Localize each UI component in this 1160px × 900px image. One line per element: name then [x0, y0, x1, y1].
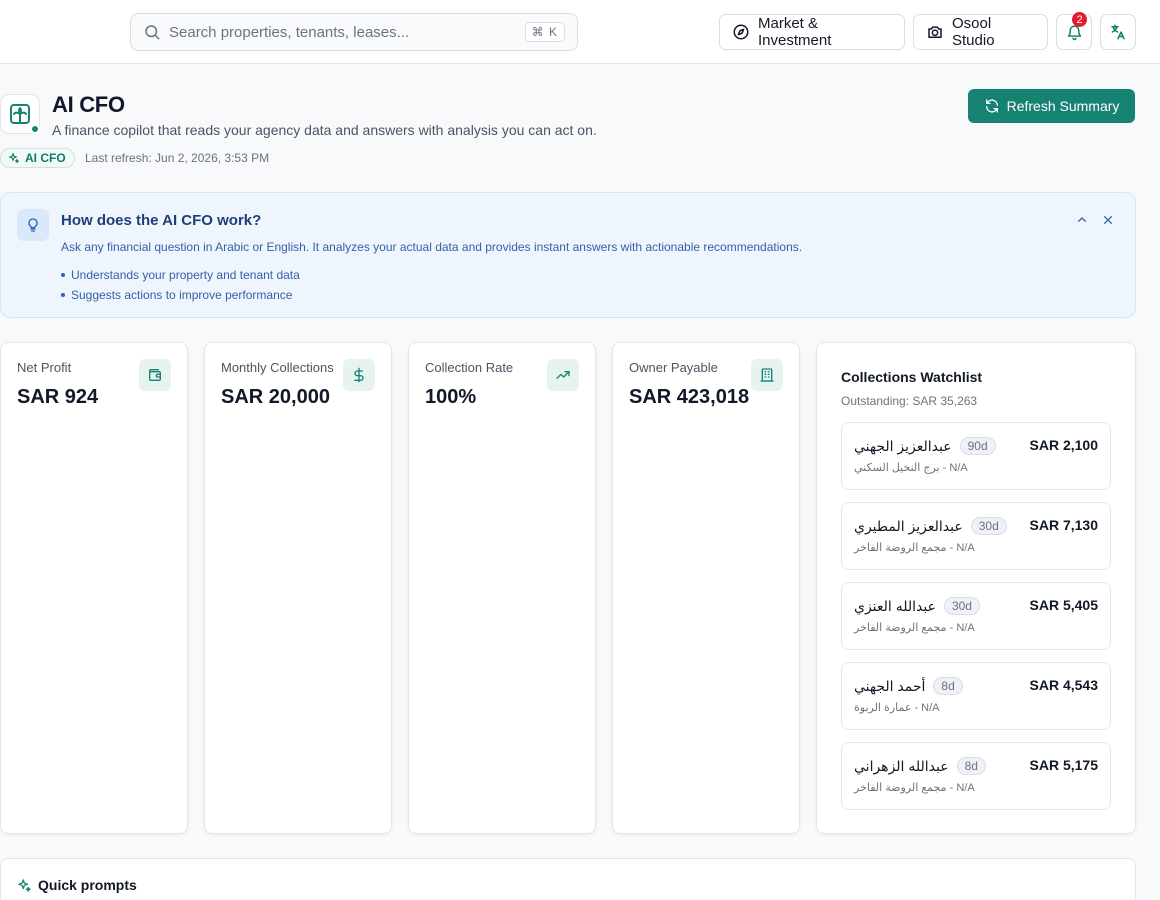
info-point: Understands your property and tenant dat…: [61, 265, 300, 285]
sparkles-icon: [17, 878, 32, 893]
dollar-icon: [343, 359, 375, 391]
tenant-name: أحمد الجهني: [854, 677, 926, 694]
refresh-summary-button[interactable]: Refresh Summary: [968, 89, 1135, 123]
kpi-label: Monthly Collections: [221, 360, 334, 375]
osool-studio-label: Osool Studio: [952, 15, 995, 49]
ai-cfo-logo: [0, 94, 40, 134]
overdue-days-badge: 8d: [933, 677, 963, 695]
building-icon: [751, 359, 783, 391]
amount-due: SAR 7,130: [1029, 517, 1098, 533]
watchlist-item[interactable]: عبدالعزيز المطيري 30d SAR 7,130 مجمع الر…: [841, 502, 1111, 570]
osool-studio-button[interactable]: Osool Studio: [913, 14, 1048, 50]
tenant-name-row: أحمد الجهني 8d: [854, 677, 963, 695]
kpi-label: Owner Payable: [629, 360, 718, 375]
kpi-card-monthly-collections: Monthly Collections SAR 20,000: [204, 342, 392, 834]
kpi-label: Net Profit: [17, 360, 72, 375]
info-description: Ask any financial question in Arabic or …: [61, 240, 803, 254]
overdue-days-badge: 8d: [956, 757, 986, 775]
page-subtitle: A finance copilot that reads your agency…: [52, 122, 597, 138]
overdue-days-badge: 30d: [943, 597, 980, 615]
kpi-card-owner-payable: Owner Payable SAR 423,018: [612, 342, 800, 834]
collections-watchlist: Collections Watchlist Outstanding: SAR 3…: [816, 342, 1136, 834]
watchlist-item[interactable]: عبدالله الزهراني 8d SAR 5,175 مجمع الروض…: [841, 742, 1111, 810]
sparkles-icon: [8, 152, 20, 164]
refresh-summary-label: Refresh Summary: [1006, 98, 1120, 114]
kpi-label: Collection Rate: [425, 360, 514, 375]
last-refresh: Last refresh: Jun 2, 2026, 3:53 PM: [85, 151, 270, 165]
top-bar: ⌘ K Market & Investment Osool Studio 2: [0, 0, 1160, 64]
property-name: مجمع الروضة الفاخر - N/A: [854, 782, 975, 794]
chevron-up-icon: [1074, 212, 1090, 228]
tenant-name-row: عبدالعزيز الجهني 90d: [854, 437, 996, 455]
shortcut-hint: ⌘ K: [524, 22, 565, 42]
quick-prompts-title: Quick prompts: [38, 877, 137, 893]
tenant-name: عبدالعزيز الجهني: [854, 437, 952, 454]
amount-due: SAR 4,543: [1029, 677, 1098, 693]
watchlist-title: Collections Watchlist: [841, 369, 983, 385]
lightbulb-icon: [25, 217, 41, 233]
notification-badge: 2: [1072, 12, 1087, 27]
close-info-button[interactable]: [1100, 212, 1116, 228]
kpi-value: 100%: [425, 386, 477, 408]
ai-cfo-chip-label: AI CFO: [25, 151, 66, 165]
wallet-icon: [139, 359, 171, 391]
market-investment-label: Market & Investment: [758, 15, 832, 49]
property-name: مجمع الروضة الفاخر - N/A: [854, 542, 975, 554]
kpi-card-net-profit: Net Profit SAR 924: [0, 342, 188, 834]
property-name: مجمع الروضة الفاخر - N/A: [854, 622, 975, 634]
amount-due: SAR 5,175: [1029, 757, 1098, 773]
info-list: Understands your property and tenant dat…: [61, 265, 300, 305]
property-name: برج النخيل السكني - N/A: [854, 462, 968, 474]
info-point-text: Suggests actions to improve performance: [71, 288, 293, 302]
translate-icon: [1109, 23, 1127, 41]
bullet-icon: [61, 293, 65, 297]
overdue-days-badge: 90d: [959, 437, 996, 455]
market-investment-button[interactable]: Market & Investment: [719, 14, 905, 50]
palm-logo-icon: [8, 102, 32, 126]
tenant-name-row: عبدالعزيز المطيري 30d: [854, 517, 1007, 535]
info-point-text: Understands your property and tenant dat…: [71, 268, 300, 282]
amount-due: SAR 2,100: [1029, 437, 1098, 453]
language-button[interactable]: [1100, 14, 1136, 50]
ai-cfo-chip: AI CFO: [0, 148, 75, 168]
kpi-value: SAR 423,018: [629, 386, 750, 408]
close-icon: [1100, 212, 1116, 228]
page-title: AI CFO: [52, 92, 125, 117]
bullet-icon: [61, 273, 65, 277]
watchlist-item[interactable]: أحمد الجهني 8d SAR 4,543 عمارة الربوة - …: [841, 662, 1111, 730]
tenant-name: عبدالله العنزي: [854, 597, 936, 614]
quick-prompts-header: Quick prompts: [17, 877, 137, 893]
quick-prompts-panel: Quick prompts: [0, 858, 1136, 900]
camera-icon: [926, 23, 944, 41]
search-icon: [143, 23, 161, 41]
watchlist-item[interactable]: عبدالعزيز الجهني 90d SAR 2,100 برج النخي…: [841, 422, 1111, 490]
info-icon-box: [17, 209, 49, 241]
trending-up-icon: [547, 359, 579, 391]
collapse-info-button[interactable]: [1074, 212, 1090, 228]
search-bar[interactable]: ⌘ K: [130, 13, 578, 51]
info-panel: How does the AI CFO work? Ask any financ…: [0, 192, 1136, 318]
tenant-name: عبدالعزيز المطيري: [854, 517, 963, 534]
kpi-card-collection-rate: Collection Rate 100%: [408, 342, 596, 834]
info-point: Suggests actions to improve performance: [61, 285, 300, 305]
overdue-days-badge: 30d: [970, 517, 1007, 535]
refresh-icon: [984, 98, 1000, 114]
kpi-value: SAR 20,000: [221, 386, 330, 408]
search-input[interactable]: [169, 23, 525, 41]
watchlist-item[interactable]: عبدالله العنزي 30d SAR 5,405 مجمع الروضة…: [841, 582, 1111, 650]
property-name: عمارة الربوة - N/A: [854, 702, 940, 714]
amount-due: SAR 5,405: [1029, 597, 1098, 613]
tenant-name-row: عبدالله العنزي 30d: [854, 597, 980, 615]
compass-icon: [732, 23, 750, 41]
watchlist-outstanding: Outstanding: SAR 35,263: [841, 394, 978, 408]
info-title: How does the AI CFO work?: [61, 212, 262, 229]
notifications-button[interactable]: 2: [1056, 12, 1092, 50]
tenant-name-row: عبدالله الزهراني 8d: [854, 757, 986, 775]
tenant-name: عبدالله الزهراني: [854, 757, 949, 774]
kpi-value: SAR 924: [17, 386, 99, 408]
status-dot: [30, 124, 40, 134]
